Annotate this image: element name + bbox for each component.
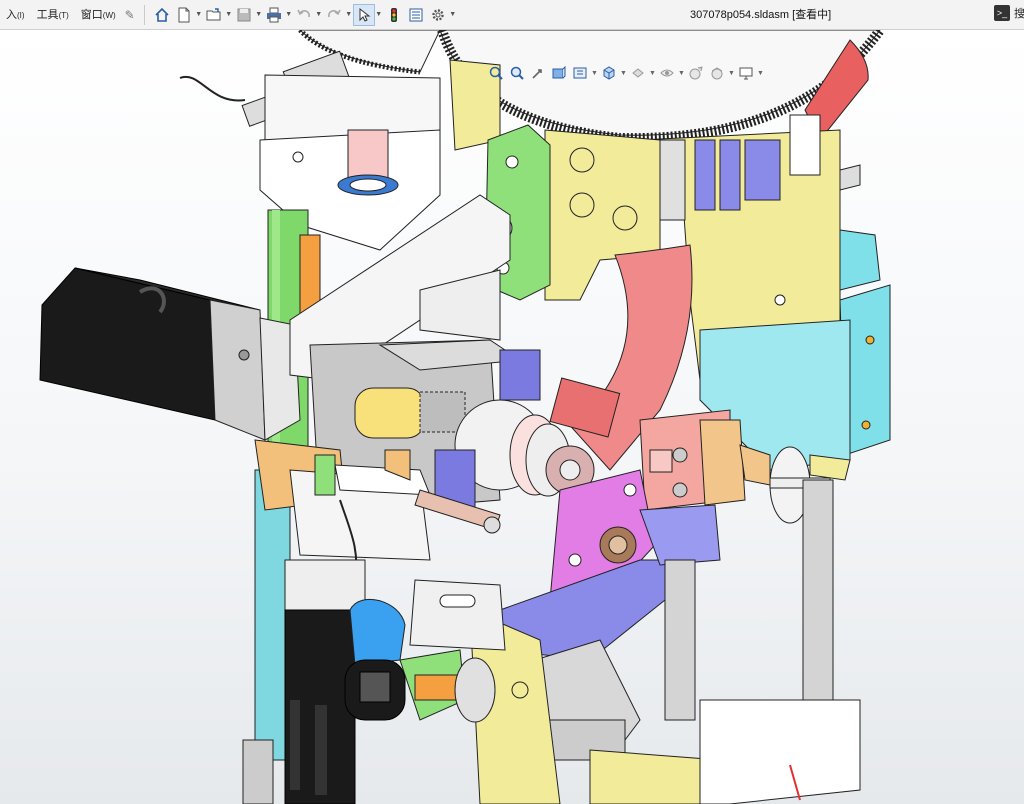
- save-icon[interactable]: [233, 4, 255, 26]
- servo-motor[interactable]: [39, 267, 301, 441]
- view-orientation-icon[interactable]: [599, 63, 619, 83]
- heads-up-view-toolbar: ▼ ▼ ▼ ▼ ▼ ▼: [486, 63, 764, 83]
- search-label: 搜: [1014, 8, 1024, 20]
- new-dropdown-icon[interactable]: ▼: [195, 4, 203, 26]
- menu-bar: 入(I) 工具(T) 窗口(W) ✎ ▼ ▼ ▼ ▼ ▼ ▼ ▼ ▼ 30707…: [0, 0, 1024, 30]
- view-settings-icon[interactable]: [736, 63, 756, 83]
- home-icon[interactable]: [151, 4, 173, 26]
- options-gear-icon[interactable]: [427, 4, 449, 26]
- redo-dropdown-icon[interactable]: ▼: [345, 4, 353, 26]
- scene-dropdown-icon[interactable]: ▼: [728, 70, 735, 77]
- undo-icon[interactable]: [293, 4, 315, 26]
- display-dropdown-icon[interactable]: ▼: [649, 70, 656, 77]
- graphics-area[interactable]: ▼ ▼ ▼ ▼ ▼ ▼: [0, 30, 1024, 804]
- toolbar-separator: [143, 4, 145, 25]
- traffic-light-icon[interactable]: [383, 4, 405, 26]
- new-document-icon[interactable]: [173, 4, 195, 26]
- menu-window[interactable]: 窗口(W): [75, 0, 122, 30]
- previous-view-icon[interactable]: [528, 63, 548, 83]
- redo-icon[interactable]: [323, 4, 345, 26]
- hide-show-dropdown-icon[interactable]: ▼: [678, 70, 685, 77]
- open-folder-icon[interactable]: [203, 4, 225, 26]
- menu-insert[interactable]: 入(I): [0, 0, 31, 30]
- main-menu: 入(I) 工具(T) 窗口(W) ✎: [0, 0, 138, 30]
- select-dropdown-icon[interactable]: ▼: [375, 4, 383, 26]
- section-view-icon[interactable]: [549, 63, 569, 83]
- zoom-to-fit-icon[interactable]: [486, 63, 506, 83]
- select-arrow-icon[interactable]: [352, 3, 375, 26]
- window-title: 307078p054.sldasm [查看中]: [690, 9, 832, 21]
- assembly-model[interactable]: [0, 30, 1024, 804]
- edit-appearance-icon[interactable]: [686, 63, 706, 83]
- file-properties-icon[interactable]: [405, 4, 427, 26]
- dynamic-annotation-icon[interactable]: [570, 63, 590, 83]
- command-search[interactable]: >_ 搜: [994, 5, 1024, 21]
- open-dropdown-icon[interactable]: ▼: [225, 4, 233, 26]
- zoom-to-area-icon[interactable]: [507, 63, 527, 83]
- undo-dropdown-icon[interactable]: ▼: [315, 4, 323, 26]
- menu-tools[interactable]: 工具(T): [31, 0, 75, 30]
- options-dropdown-icon[interactable]: ▼: [449, 4, 457, 26]
- view-settings-dropdown-icon[interactable]: ▼: [757, 70, 764, 77]
- annotation-dropdown-icon[interactable]: ▼: [591, 70, 598, 77]
- command-prompt-icon[interactable]: >_: [994, 5, 1010, 21]
- orientation-dropdown-icon[interactable]: ▼: [620, 70, 627, 77]
- top-sensor-bracket[interactable]: [179, 50, 441, 251]
- save-dropdown-icon[interactable]: ▼: [255, 4, 263, 26]
- display-style-icon[interactable]: [628, 63, 648, 83]
- hide-show-icon[interactable]: [657, 63, 677, 83]
- print-icon[interactable]: [263, 4, 285, 26]
- pin-icon[interactable]: ✎: [122, 0, 138, 30]
- print-dropdown-icon[interactable]: ▼: [285, 4, 293, 26]
- apply-scene-icon[interactable]: [707, 63, 727, 83]
- standard-toolbar: ▼ ▼ ▼ ▼ ▼ ▼ ▼ ▼: [151, 0, 457, 30]
